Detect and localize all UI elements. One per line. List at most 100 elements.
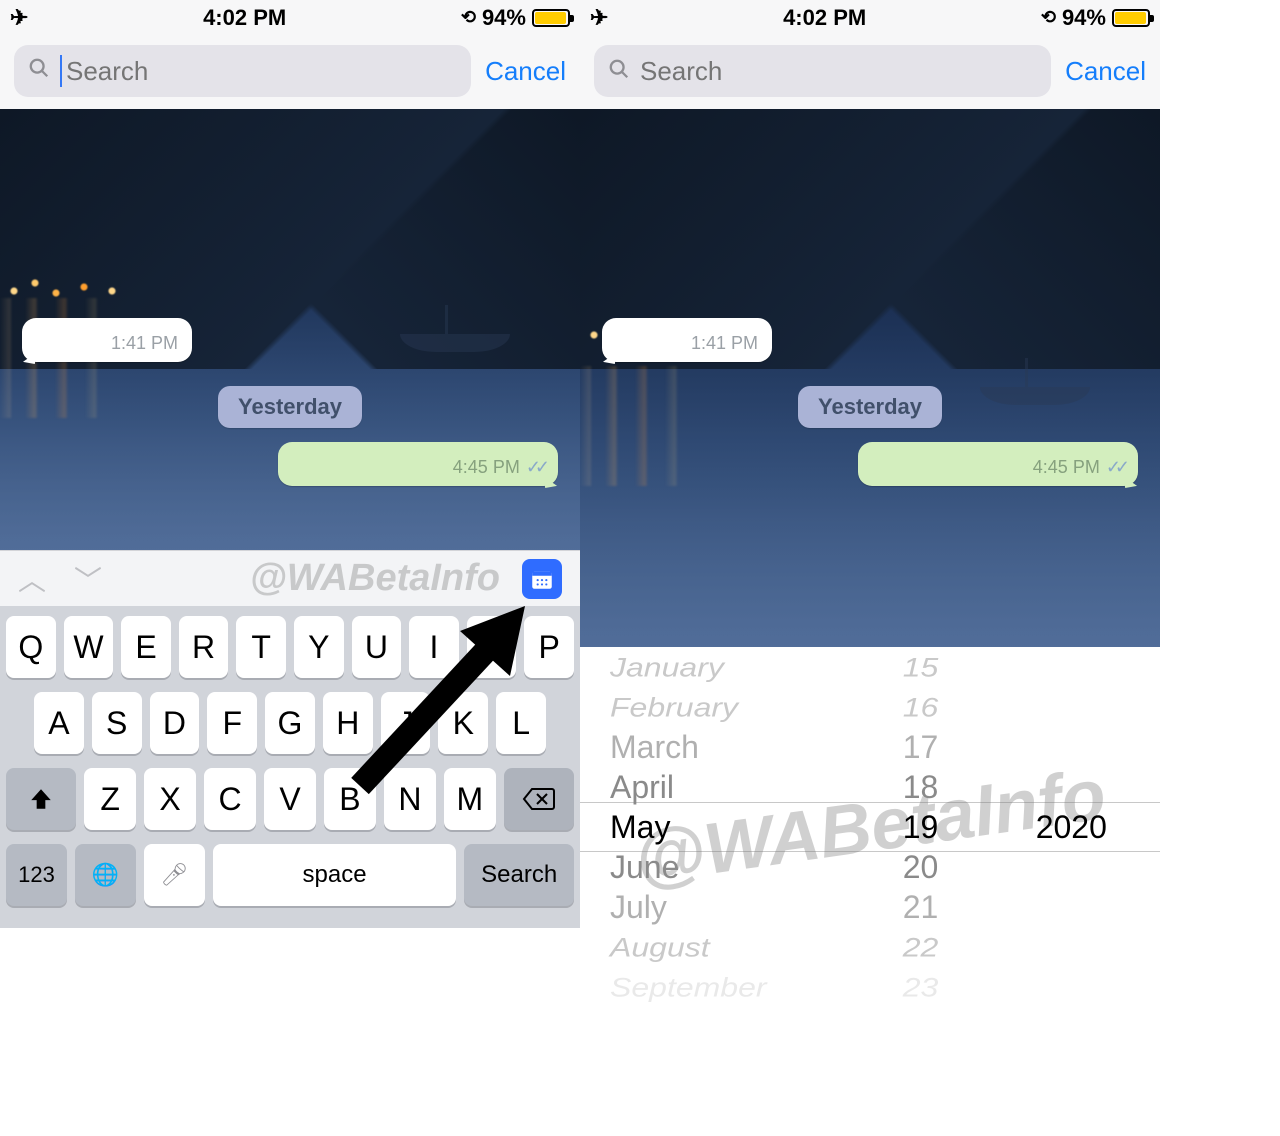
picker-item[interactable]: July bbox=[610, 887, 667, 927]
key-l[interactable]: L bbox=[496, 692, 546, 754]
chat-area[interactable]: Tue, May 19 🔒 Messages to this chat and … bbox=[580, 109, 1160, 647]
keyboard-accessory-bar: ︿ ﹀ @WABetaInfo bbox=[0, 550, 580, 606]
key-t[interactable]: T bbox=[236, 616, 286, 678]
space-key[interactable]: space bbox=[213, 844, 457, 906]
search-input[interactable] bbox=[66, 56, 457, 87]
key-i[interactable]: I bbox=[409, 616, 459, 678]
calendar-button[interactable] bbox=[522, 559, 562, 599]
airplane-mode-icon: ✈︎ bbox=[590, 5, 608, 31]
picker-item[interactable]: 18 bbox=[903, 767, 939, 807]
key-v[interactable]: V bbox=[264, 768, 316, 830]
read-ticks-icon: ✓✓ bbox=[526, 457, 544, 478]
key-g[interactable]: G bbox=[265, 692, 315, 754]
picker-item-selected[interactable]: 19 bbox=[903, 807, 939, 847]
battery-icon bbox=[532, 9, 570, 27]
key-h[interactable]: H bbox=[323, 692, 373, 754]
shift-key[interactable] bbox=[6, 768, 76, 830]
key-c[interactable]: C bbox=[204, 768, 256, 830]
emoji-key[interactable]: 🌐 bbox=[75, 844, 136, 906]
key-r[interactable]: R bbox=[179, 616, 229, 678]
prev-result-icon[interactable]: ︿ bbox=[18, 559, 46, 599]
battery-pct: 94% bbox=[482, 5, 526, 31]
status-bar: ✈︎ 4:02 PM ⟲ 94% bbox=[580, 0, 1160, 35]
calendar-icon bbox=[529, 566, 555, 592]
key-s[interactable]: S bbox=[92, 692, 142, 754]
search-field[interactable] bbox=[14, 45, 471, 97]
key-u[interactable]: U bbox=[352, 616, 402, 678]
picker-item[interactable]: March bbox=[610, 727, 699, 767]
numeric-key[interactable]: 123 bbox=[6, 844, 67, 906]
picker-item[interactable]: August bbox=[610, 930, 710, 964]
picker-item[interactable]: February bbox=[610, 690, 738, 724]
key-k[interactable]: K bbox=[438, 692, 488, 754]
keyboard: QWERTYUIOP ASDFGHJKL ZXCVBNM 123 bbox=[0, 606, 580, 928]
key-x[interactable]: X bbox=[144, 768, 196, 830]
key-b[interactable]: B bbox=[324, 768, 376, 830]
picker-item[interactable]: 16 bbox=[903, 690, 939, 724]
outgoing-message[interactable]: 4:45 PM ✓✓ bbox=[278, 442, 558, 486]
shift-icon bbox=[28, 786, 54, 812]
key-f[interactable]: F bbox=[207, 692, 257, 754]
search-bar: Cancel bbox=[580, 35, 1160, 109]
rotation-lock-icon: ⟲ bbox=[461, 7, 476, 28]
key-q[interactable]: Q bbox=[6, 616, 56, 678]
battery-icon bbox=[1112, 9, 1150, 27]
picker-item[interactable]: 23 bbox=[903, 970, 939, 1004]
search-key[interactable]: Search bbox=[464, 844, 574, 906]
picker-item-selected[interactable]: May bbox=[610, 807, 670, 847]
picker-item[interactable]: 22 bbox=[903, 930, 939, 964]
right-pane: ✈︎ 4:02 PM ⟲ 94% Cancel Tue, May 19 bbox=[580, 0, 1160, 1040]
year-column[interactable]: 2020 bbox=[983, 647, 1160, 1007]
rotation-lock-icon: ⟲ bbox=[1041, 7, 1056, 28]
message-time: 4:45 PM bbox=[1033, 457, 1100, 478]
search-input[interactable] bbox=[640, 56, 1037, 87]
key-a[interactable]: A bbox=[34, 692, 84, 754]
key-z[interactable]: Z bbox=[84, 768, 136, 830]
cancel-button[interactable]: Cancel bbox=[485, 56, 566, 87]
key-d[interactable]: D bbox=[150, 692, 200, 754]
picker-item[interactable]: September bbox=[610, 970, 767, 1004]
search-field[interactable] bbox=[594, 45, 1051, 97]
picker-item[interactable]: 21 bbox=[903, 887, 939, 927]
search-icon bbox=[28, 57, 50, 86]
battery-pct: 94% bbox=[1062, 5, 1106, 31]
status-time: 4:02 PM bbox=[783, 5, 866, 31]
next-result-icon[interactable]: ﹀ bbox=[74, 559, 102, 599]
message-time: 4:45 PM bbox=[453, 457, 520, 478]
cancel-button[interactable]: Cancel bbox=[1065, 56, 1146, 87]
key-e[interactable]: E bbox=[121, 616, 171, 678]
day-column[interactable]: 15 16 17 18 19 20 21 22 23 bbox=[858, 647, 982, 1007]
key-p[interactable]: P bbox=[524, 616, 574, 678]
status-bar: ✈︎ 4:02 PM ⟲ 94% bbox=[0, 0, 580, 35]
date-picker[interactable]: @WABetaInfo January February March April… bbox=[580, 647, 1160, 1007]
search-icon bbox=[608, 58, 630, 85]
incoming-message[interactable]: 1:41 PM bbox=[22, 318, 192, 362]
picker-item[interactable]: 15 bbox=[903, 650, 939, 684]
date-pill-yesterday: Yesterday bbox=[798, 386, 942, 428]
key-o[interactable]: O bbox=[467, 616, 517, 678]
outgoing-message[interactable]: 4:45 PM ✓✓ bbox=[858, 442, 1138, 486]
message-time: 1:41 PM bbox=[111, 333, 178, 354]
incoming-message[interactable]: 1:41 PM bbox=[602, 318, 772, 362]
key-m[interactable]: M bbox=[444, 768, 496, 830]
month-column[interactable]: January February March April May June Ju… bbox=[580, 647, 858, 1007]
key-w[interactable]: W bbox=[64, 616, 114, 678]
date-pill-yesterday: Yesterday bbox=[218, 386, 362, 428]
picker-item[interactable]: 20 bbox=[903, 847, 939, 887]
globe-icon: 🌐 bbox=[92, 862, 119, 888]
left-pane: ✈︎ 4:02 PM ⟲ 94% Cancel bbox=[0, 0, 580, 1040]
watermark: @WABetaInfo bbox=[250, 557, 500, 600]
picker-item[interactable]: January bbox=[610, 650, 724, 684]
picker-item[interactable]: 17 bbox=[903, 727, 939, 767]
backspace-key[interactable] bbox=[504, 768, 574, 830]
key-n[interactable]: N bbox=[384, 768, 436, 830]
picker-item-selected[interactable]: 2020 bbox=[1036, 802, 1107, 852]
key-j[interactable]: J bbox=[381, 692, 431, 754]
picker-item[interactable]: April bbox=[610, 767, 674, 807]
chat-area[interactable]: Tue, May 19 🔒 Messages to this chat and … bbox=[0, 109, 580, 550]
microphone-icon: 🎤︎ bbox=[160, 862, 188, 888]
key-y[interactable]: Y bbox=[294, 616, 344, 678]
dictation-key[interactable]: 🎤︎ bbox=[144, 844, 205, 906]
picker-item[interactable]: June bbox=[610, 847, 679, 887]
message-time: 1:41 PM bbox=[691, 333, 758, 354]
